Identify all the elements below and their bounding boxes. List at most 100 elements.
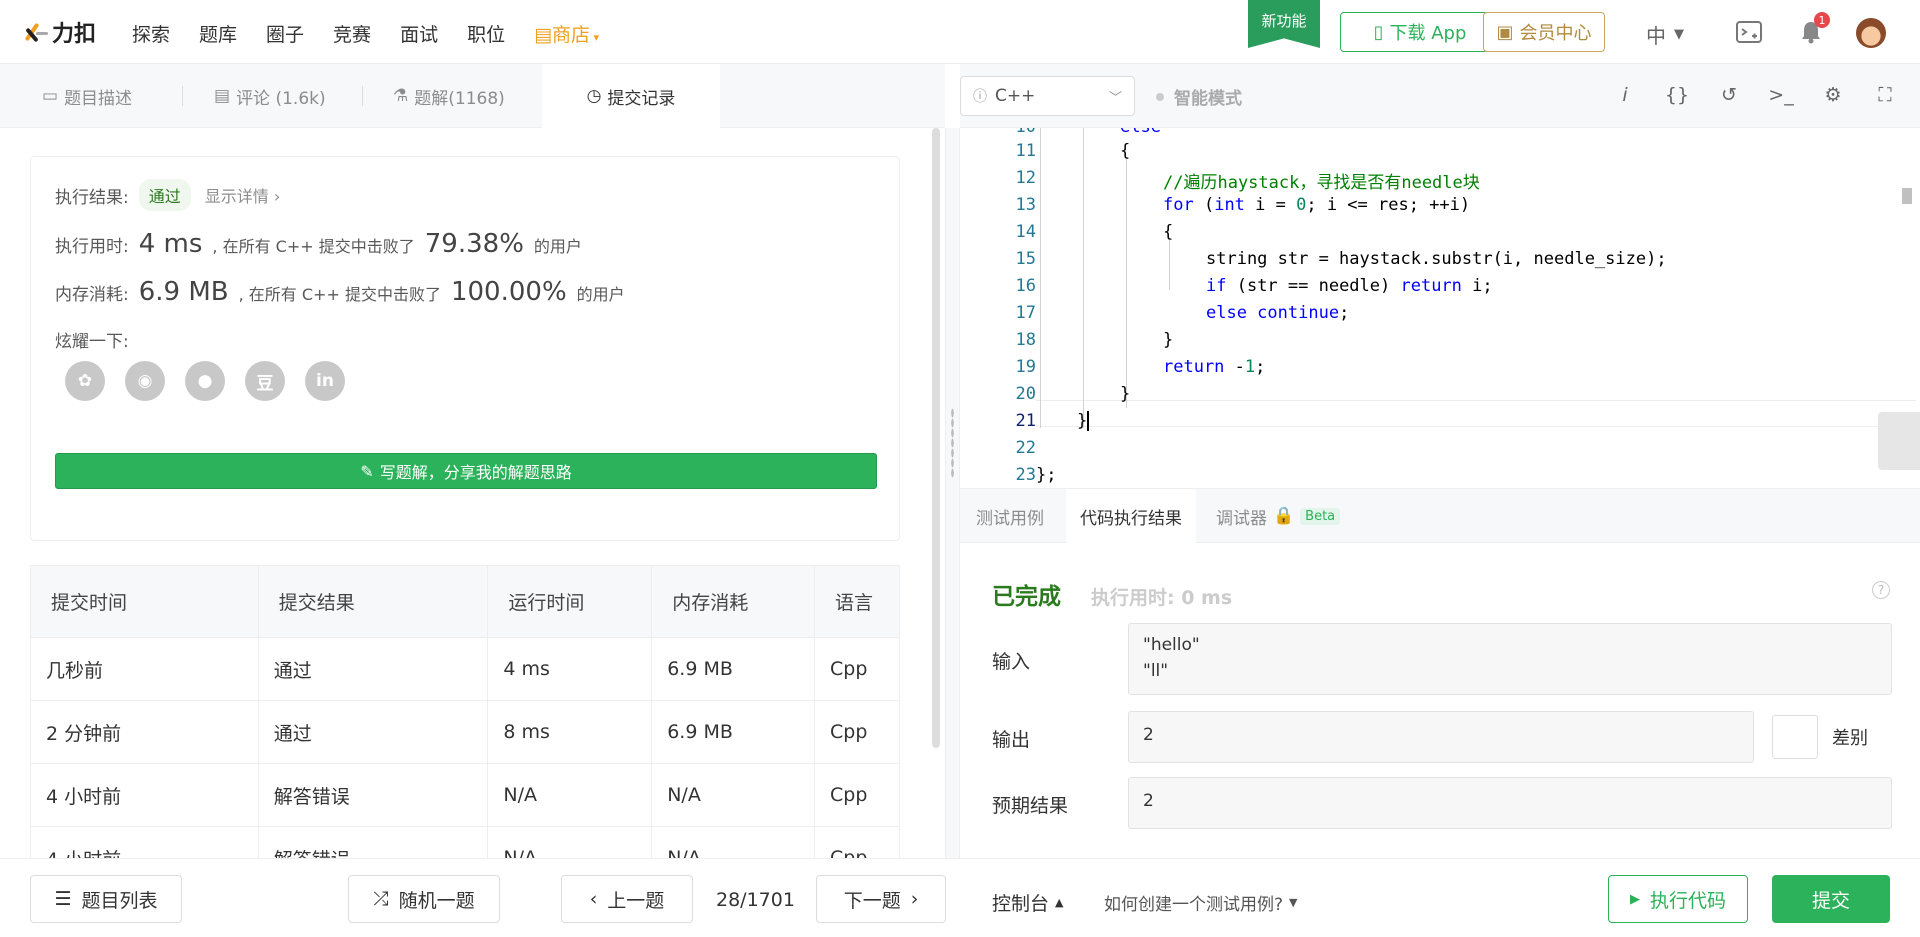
problem-list-button[interactable]: ☰ 题目列表: [30, 875, 182, 923]
problem-list-label: 题目列表: [81, 889, 158, 912]
submission-result[interactable]: 解答错误: [257, 826, 489, 858]
submission-memory: 6.9 MB: [651, 700, 816, 764]
tab-debugger[interactable]: 调试器 🔒 Beta: [1216, 489, 1341, 543]
tab-comments[interactable]: ▤ 评论 (1.6k): [214, 64, 326, 128]
tab-submissions[interactable]: ◷ 提交记录: [542, 64, 720, 128]
chevron-left-icon: ‹: [589, 888, 598, 910]
vip-bookmark-icon: ▣: [1496, 21, 1514, 43]
vip-center-button[interactable]: ▣ 会员中心: [1483, 12, 1605, 52]
new-feature-ribbon[interactable]: 新功能: [1248, 0, 1320, 48]
table-row[interactable]: 几秒前 通过 4 ms 6.9 MB Cpp: [30, 637, 900, 701]
floating-side-button[interactable]: [1878, 412, 1920, 470]
runtime-value: 4 ms: [138, 229, 203, 259]
runtime-beat-percent: 79.38%: [424, 229, 524, 259]
nav-link-problems[interactable]: 题库: [199, 20, 237, 47]
playground-icon[interactable]: [1734, 18, 1764, 46]
comment-icon: ▤: [214, 86, 231, 106]
qq-icon[interactable]: ●: [185, 361, 225, 401]
column-header: 提交时间: [30, 565, 259, 638]
status-dot-icon: [1156, 92, 1164, 101]
tab-testcase[interactable]: 测试用例: [976, 489, 1044, 543]
braces-icon[interactable]: {}: [1664, 84, 1690, 106]
submission-result[interactable]: 通过: [257, 637, 489, 701]
bell-icon[interactable]: 1: [1796, 12, 1830, 46]
line-number: 19: [1015, 357, 1036, 377]
input-value-box: "hello" "ll": [1128, 623, 1892, 695]
how-to-create-testcase[interactable]: 如何创建一个测试用例? ▼: [1104, 890, 1298, 915]
wechat-icon[interactable]: ✿: [65, 361, 105, 401]
tab-solutions[interactable]: ⚗ 题解(1168): [393, 64, 505, 128]
nav-link-shop[interactable]: ▤商店 ▾: [534, 20, 599, 47]
nav-link-explore[interactable]: 探索: [132, 20, 170, 47]
logo[interactable]: 力扣: [24, 16, 97, 48]
submit-button[interactable]: 提交: [1772, 875, 1890, 923]
code-editor[interactable]: 10 11 12 13 14 15 16 17 18 19 20 21 22 2…: [960, 128, 1920, 488]
language-switcher[interactable]: 中 ▼: [1646, 20, 1684, 49]
table-row[interactable]: 4 小时前 解答错误 N/A N/A Cpp: [30, 763, 900, 827]
code-line: string str = haystack.substr(i, needle_s…: [1206, 249, 1667, 269]
diff-label: 差别: [1832, 728, 1868, 749]
expected-label: 预期结果: [992, 795, 1069, 817]
nav-link-contest[interactable]: 竞赛: [333, 20, 371, 47]
input-label: 输入: [992, 651, 1031, 673]
random-problem-button[interactable]: ⤮ 随机一题: [348, 875, 500, 923]
document-icon: ▭: [42, 86, 59, 106]
run-code-button[interactable]: ▶ 执行代码: [1608, 875, 1748, 923]
help-icon[interactable]: ?: [1872, 581, 1890, 599]
logo-text: 力扣: [52, 22, 97, 47]
nav-link-circle[interactable]: 圈子: [266, 20, 304, 47]
tab-description[interactable]: ▭ 题目描述: [42, 64, 132, 128]
reset-icon[interactable]: ↺: [1716, 84, 1742, 106]
submission-result[interactable]: 解答错误: [257, 763, 489, 827]
panel-resize-handle[interactable]: [945, 128, 960, 858]
console-toggle[interactable]: 控制台 ▲: [992, 889, 1063, 916]
weibo-icon[interactable]: ◉: [125, 361, 165, 401]
submission-runtime: N/A: [487, 826, 653, 858]
submission-result[interactable]: 通过: [257, 700, 489, 764]
left-panel-scrollbar[interactable]: [932, 128, 940, 748]
column-header: 提交结果: [257, 565, 489, 638]
show-detail-link[interactable]: 显示详情 ›: [205, 183, 281, 207]
pencil-icon: ✎: [360, 461, 374, 481]
main-nav-links: 探索 题库 圈子 竞赛 面试 职位 ▤商店 ▾: [132, 20, 599, 47]
info-icon[interactable]: i: [1612, 84, 1638, 106]
submission-memory: N/A: [651, 763, 816, 827]
line-number: 10: [976, 128, 1036, 137]
fullscreen-icon[interactable]: ⛶: [1872, 84, 1898, 106]
editor-scrollbar[interactable]: [1902, 188, 1912, 204]
memory-value: 6.9 MB: [138, 277, 229, 307]
nav-link-jobs[interactable]: 职位: [467, 20, 505, 47]
terminal-icon[interactable]: >_: [1768, 84, 1794, 106]
share-row: 炫耀一下:: [55, 327, 129, 352]
download-app-button[interactable]: ▯ 下载 App: [1340, 12, 1500, 52]
runtime-beat-text: , 在所有 C++ 提交中击败了: [212, 237, 415, 256]
smart-mode-toggle[interactable]: 智能模式: [1156, 84, 1242, 109]
submission-language: Cpp: [814, 637, 900, 701]
next-problem-button[interactable]: 下一题 ›: [816, 875, 946, 923]
settings-icon[interactable]: ⚙: [1820, 84, 1846, 106]
write-solution-button[interactable]: ✎ 写题解，分享我的解题思路: [55, 453, 877, 489]
run-exec-time: 执行用时: 0 ms: [1091, 587, 1233, 609]
diff-toggle[interactable]: 差别: [1772, 715, 1868, 759]
output-value-box: 2: [1128, 711, 1754, 763]
submission-language: Cpp: [814, 700, 900, 764]
language-select[interactable]: ⓘ C++ ﹀: [960, 76, 1135, 116]
douban-icon[interactable]: 豆: [245, 361, 285, 401]
tab-run-result[interactable]: 代码执行结果: [1066, 489, 1196, 543]
code-line: }: [1077, 411, 1090, 431]
language-select-value: C++: [995, 86, 1036, 106]
table-header-row: 提交时间 提交结果 运行时间 内存消耗 语言: [30, 565, 900, 638]
line-number: 16: [1015, 276, 1036, 296]
submission-time: 4 小时前: [30, 763, 259, 827]
table-row[interactable]: 4 小时前 解答错误 N/A N/A Cpp: [30, 826, 900, 858]
table-row[interactable]: 2 分钟前 通过 8 ms 6.9 MB Cpp: [30, 700, 900, 764]
lock-icon: 🔒: [1273, 506, 1295, 526]
prev-problem-button[interactable]: ‹ 上一题: [561, 875, 693, 923]
nav-link-interview[interactable]: 面试: [400, 20, 438, 47]
avatar[interactable]: [1856, 18, 1886, 48]
linkedin-icon[interactable]: in: [305, 361, 345, 401]
editor-toolbar: ⓘ C++ ﹀ 智能模式 i {} ↺ >_ ⚙ ⛶: [960, 64, 1920, 128]
bottom-bar: ☰ 题目列表 ⤮ 随机一题 ‹ 上一题 28/1701 下一题 › 控制台 ▲ …: [0, 858, 1920, 937]
diff-switch[interactable]: [1772, 715, 1818, 759]
share-label: 炫耀一下:: [55, 332, 129, 352]
